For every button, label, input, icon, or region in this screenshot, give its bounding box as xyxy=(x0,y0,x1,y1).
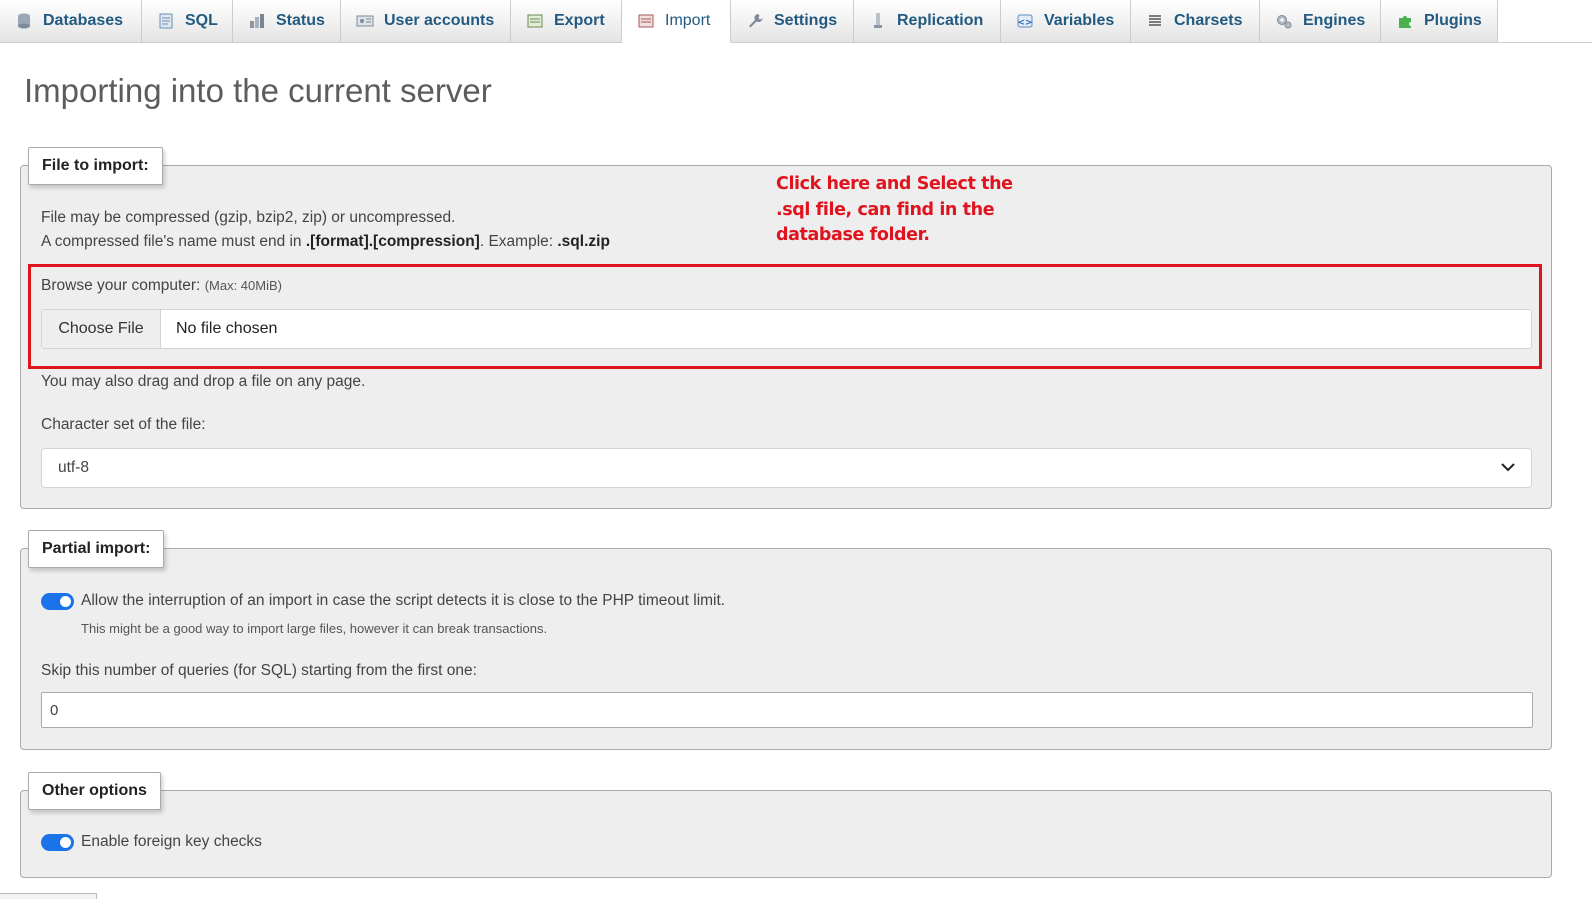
tab-export[interactable]: Export xyxy=(511,0,622,42)
tab-label: Settings xyxy=(774,12,838,29)
browse-label-text: Browse your computer: xyxy=(41,277,201,294)
tab-charsets[interactable]: Charsets xyxy=(1131,0,1260,42)
foreign-key-checks-toggle[interactable] xyxy=(41,834,74,851)
compression-line-2-mid: . Example: xyxy=(479,233,558,250)
skip-queries-label: Skip this number of queries (for SQL) st… xyxy=(41,662,477,679)
tab-engines[interactable]: Engines xyxy=(1260,0,1381,42)
tab-sql[interactable]: SQL xyxy=(142,0,233,42)
replication-icon xyxy=(868,11,888,31)
toggle-knob xyxy=(60,837,71,848)
charsets-icon xyxy=(1145,11,1165,31)
status-icon xyxy=(247,11,267,31)
user-accounts-icon xyxy=(355,11,375,31)
toggle-knob xyxy=(60,596,71,607)
charset-select[interactable]: utf-8 xyxy=(41,448,1532,488)
tab-label: Engines xyxy=(1303,12,1366,29)
compression-example: .sql.zip xyxy=(557,233,610,250)
tab-label: Status xyxy=(276,12,325,29)
file-chosen-status: No file chosen xyxy=(176,320,278,337)
variables-icon: <> xyxy=(1015,11,1035,31)
skip-queries-input[interactable]: 0 xyxy=(41,692,1533,728)
tab-label: Charsets xyxy=(1174,12,1243,29)
compression-line-1: File may be compressed (gzip, bzip2, zip… xyxy=(41,209,456,226)
tab-import[interactable]: Import xyxy=(622,0,731,43)
tab-label: Import xyxy=(665,12,711,29)
tab-label: Replication xyxy=(897,12,984,29)
sql-icon xyxy=(156,11,176,31)
import-icon xyxy=(636,11,656,31)
chevron-down-icon xyxy=(1501,459,1515,477)
databases-icon xyxy=(14,11,34,31)
compression-line-2-prefix: A compressed file's name must end in xyxy=(41,233,306,250)
tab-settings[interactable]: Settings xyxy=(731,0,854,42)
max-upload-size: (Max: 40MiB) xyxy=(204,278,282,293)
annotation-line-3: database folder. xyxy=(776,225,930,245)
foreign-key-checks-label[interactable]: Enable foreign key checks xyxy=(81,833,262,851)
compression-note: File may be compressed (gzip, bzip2, zip… xyxy=(41,209,455,227)
puzzle-icon xyxy=(1395,11,1415,31)
svg-text:<>: <> xyxy=(1017,18,1032,28)
charset-label: Character set of the file: xyxy=(41,416,206,433)
tab-label: Databases xyxy=(43,12,124,29)
annotation-line-1: Click here and Select the xyxy=(776,174,1013,194)
compression-format: .[format].[compression] xyxy=(305,233,480,250)
allow-interrupt-toggle[interactable] xyxy=(41,593,74,610)
charset-selected-value: utf-8 xyxy=(58,459,90,476)
tab-variables[interactable]: <> Variables xyxy=(1001,0,1131,42)
tab-status[interactable]: Status xyxy=(233,0,341,42)
tab-replication[interactable]: Replication xyxy=(854,0,1001,42)
bottom-panel-edge xyxy=(0,893,97,899)
choose-file-button[interactable]: Choose File xyxy=(42,310,161,348)
browse-label: Browse your computer: (Max: 40MiB) xyxy=(41,277,282,295)
export-icon xyxy=(525,11,545,31)
partial-import-legend: Partial import: xyxy=(28,530,165,568)
annotation-callout: Click here and Select the .sql file, can… xyxy=(776,172,1016,249)
other-options-legend: Other options xyxy=(28,772,161,810)
wrench-icon xyxy=(745,11,765,31)
annotation-line-2: .sql file, can find in the xyxy=(776,199,995,220)
top-tab-bar: Databases SQL Status User accounts Expor… xyxy=(0,0,1592,43)
drag-drop-note: You may also drag and drop a file on any… xyxy=(41,373,366,390)
file-to-import-legend: File to import: xyxy=(28,147,163,185)
tab-label: Plugins xyxy=(1424,12,1482,29)
file-upload-input[interactable]: Choose File No file chosen xyxy=(41,309,1532,349)
tab-label: Export xyxy=(554,12,605,29)
tab-plugins[interactable]: Plugins xyxy=(1381,0,1498,42)
tab-label: Variables xyxy=(1044,12,1115,29)
tab-label: User accounts xyxy=(384,12,495,29)
engines-icon xyxy=(1274,11,1294,31)
compression-format-note: A compressed file's name must end in .[f… xyxy=(41,233,610,251)
tab-user-accounts[interactable]: User accounts xyxy=(341,0,511,42)
tab-databases[interactable]: Databases xyxy=(0,0,142,42)
other-options-section: Other options Enable foreign key checks xyxy=(20,772,1552,878)
allow-interrupt-label[interactable]: Allow the interruption of an import in c… xyxy=(81,592,725,610)
partial-import-section: Partial import: Allow the interruption o… xyxy=(20,530,1552,750)
tab-label: SQL xyxy=(185,12,218,29)
allow-interrupt-hint: This might be a good way to import large… xyxy=(81,621,548,636)
page-title: Importing into the current server xyxy=(24,72,492,109)
